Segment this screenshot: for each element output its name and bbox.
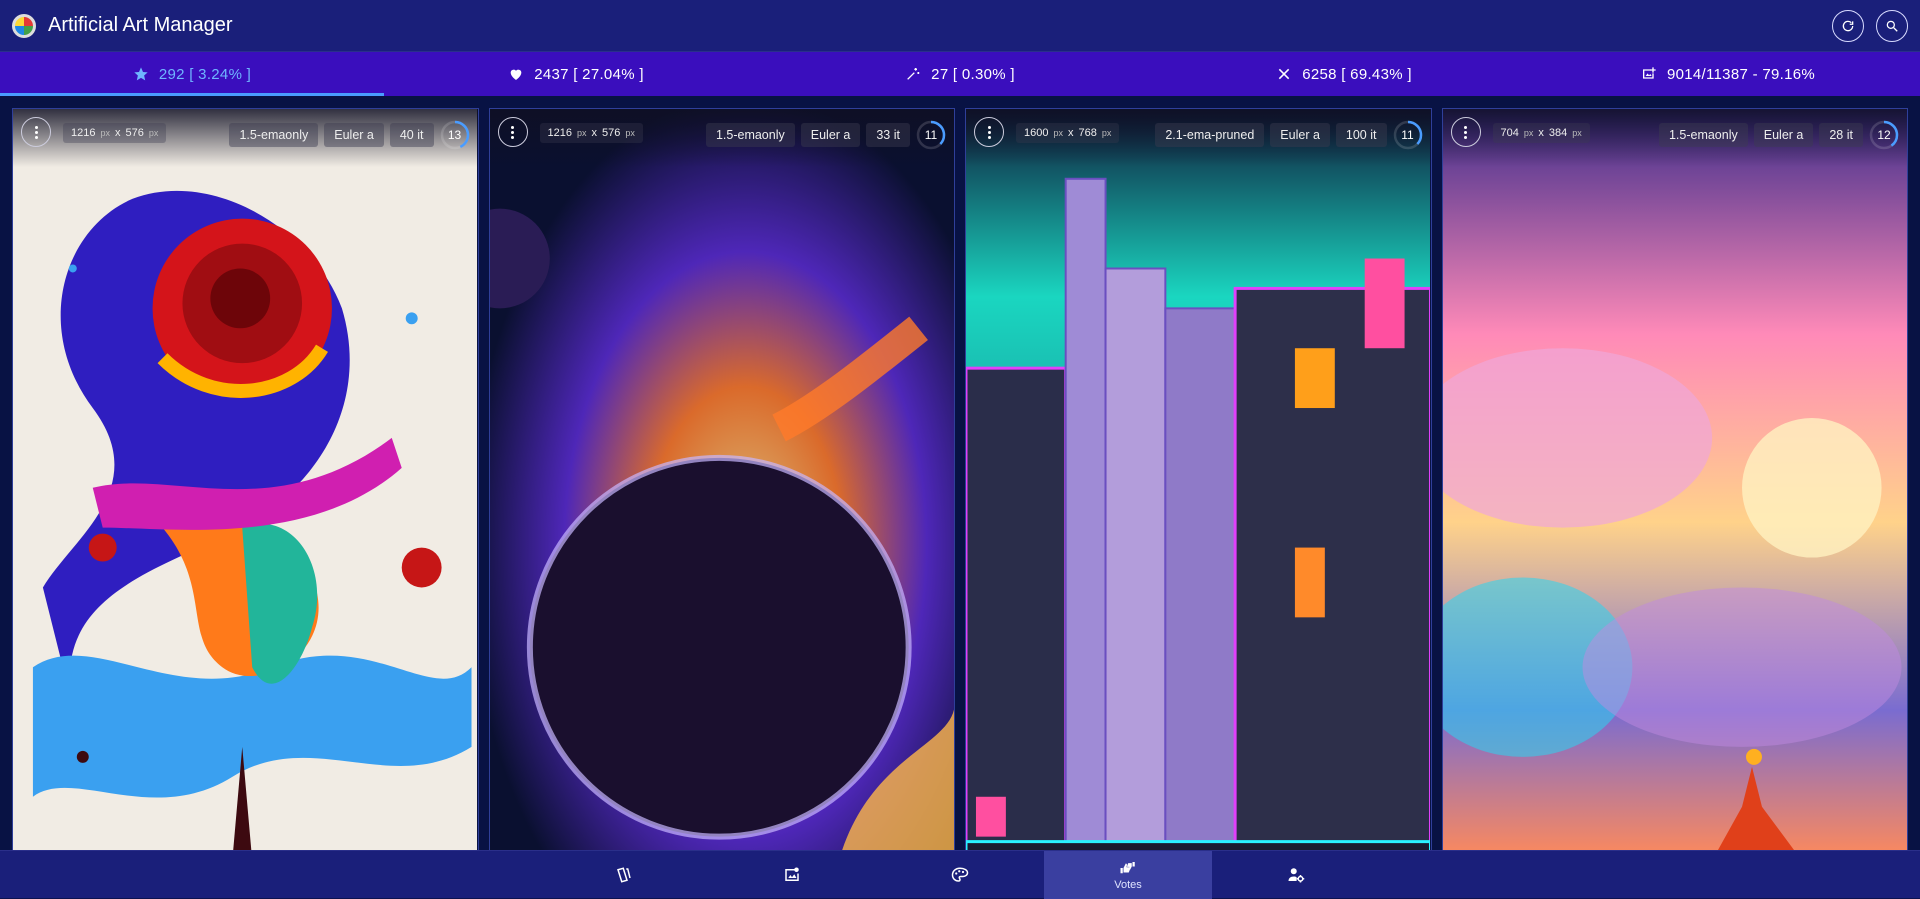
card-menu-button[interactable]	[1450, 117, 1481, 147]
steps-chip: 100 it	[1335, 123, 1387, 147]
tab-liked[interactable]: 2437 [ 27.04% ]	[384, 52, 768, 96]
image-dimensions: 704 px x 384 px	[1492, 123, 1590, 143]
star-icon	[134, 67, 148, 81]
model-chip: 2.1-ema-pruned	[1155, 123, 1265, 147]
tab-label: 27 [ 0.30% ]	[931, 65, 1015, 83]
tab-total[interactable]: 9014/11387 - 79.16%	[1536, 52, 1920, 96]
bottom-navigation: Votes	[0, 850, 1920, 899]
gallery-icon	[785, 867, 799, 881]
tab-rejected[interactable]: 6258 [ 69.43% ]	[1152, 52, 1536, 96]
artwork-image	[13, 109, 478, 850]
sampler-chip: Euler a	[1753, 123, 1814, 147]
tab-label: 6258 [ 69.43% ]	[1302, 65, 1412, 83]
heart-icon	[510, 69, 522, 80]
card-menu-button[interactable]	[497, 117, 528, 147]
close-icon	[1278, 68, 1290, 80]
steps-chip: 33 it	[866, 123, 910, 147]
sparkle-icon	[907, 68, 920, 80]
app-logo	[12, 13, 36, 38]
search-button[interactable]	[1876, 9, 1908, 42]
card-menu-button[interactable]	[974, 117, 1004, 147]
search-icon	[1886, 20, 1898, 32]
more-vertical-icon	[511, 125, 514, 139]
tab-sparkle[interactable]: 27 [ 0.30% ]	[768, 52, 1152, 96]
stats-tabs: 292 [ 3.24% ] 2437 [ 27.04% ] 27 [ 0.30%…	[0, 52, 1920, 96]
tab-label: 292 [ 3.24% ]	[158, 65, 252, 83]
app-header: Artificial Art Manager	[0, 0, 1920, 52]
tab-label: 2437 [ 27.04% ]	[534, 65, 644, 83]
card-menu-button[interactable]	[21, 117, 51, 147]
artwork-image	[489, 109, 954, 850]
sampler-chip: Euler a	[1270, 123, 1330, 147]
image-card[interactable]: 1216 px x 576 px 1.5-emaonly Euler a 33 it…	[488, 108, 955, 850]
sampler-chip: Euler a	[324, 123, 384, 147]
image-count-icon	[1642, 67, 1656, 79]
card-toolbar: 704 px x 384 px 1.5-emaonly Euler a 28 it …	[1442, 109, 1907, 167]
more-vertical-icon	[34, 125, 38, 139]
artwork-image	[966, 109, 1431, 850]
image-dimensions: 1216 px x 576 px	[539, 123, 643, 143]
votes-icon	[1120, 862, 1135, 874]
nav-cards[interactable]	[540, 851, 708, 899]
cards-icon	[617, 867, 631, 883]
tab-favorites[interactable]: 292 [ 3.24% ]	[0, 52, 384, 96]
card-toolbar: 1216 px x 576 px 1.5-emaonly Euler a 40 it…	[13, 109, 478, 167]
palette-icon	[951, 867, 969, 882]
user-settings-icon	[1288, 868, 1305, 883]
nav-gallery[interactable]	[708, 851, 876, 899]
model-chip: 1.5-emaonly	[229, 123, 319, 147]
image-gallery: 1216 px x 576 px 1.5-emaonly Euler a 40 it…	[0, 96, 1920, 850]
nav-user-settings[interactable]	[1212, 851, 1380, 899]
model-chip: 1.5-emaonly	[705, 123, 795, 147]
steps-chip: 40 it	[389, 123, 434, 147]
artwork-image	[1442, 109, 1907, 850]
image-card[interactable]: 1216 px x 576 px 1.5-emaonly Euler a 40 it…	[12, 108, 479, 850]
cfg-ring: 11	[1393, 120, 1423, 150]
cfg-ring: 12	[1869, 120, 1899, 150]
image-dimensions: 1216 px x 576 px	[63, 123, 167, 143]
sampler-chip: Euler a	[800, 123, 861, 147]
image-card[interactable]: 704 px x 384 px 1.5-emaonly Euler a 28 it …	[1441, 108, 1908, 850]
image-card[interactable]: 1600 px x 768 px 2.1-ema-pruned Euler a 10…	[965, 108, 1432, 850]
image-dimensions: 1600 px x 768 px	[1016, 123, 1120, 143]
nav-votes-label: Votes	[1114, 879, 1142, 891]
card-toolbar: 1216 px x 576 px 1.5-emaonly Euler a 33 it…	[489, 109, 954, 167]
tab-label: 9014/11387 - 79.16%	[1666, 65, 1816, 83]
more-vertical-icon	[987, 125, 991, 139]
cfg-ring: 11	[916, 120, 946, 150]
cfg-ring: 13	[440, 120, 470, 150]
nav-palette[interactable]	[876, 851, 1044, 899]
steps-chip: 28 it	[1819, 123, 1863, 147]
model-chip: 1.5-emaonly	[1658, 123, 1748, 147]
nav-votes[interactable]: Votes	[1044, 851, 1212, 899]
refresh-button[interactable]	[1832, 9, 1864, 42]
card-toolbar: 1600 px x 768 px 2.1-ema-pruned Euler a 10…	[966, 109, 1431, 167]
app-title: Artificial Art Manager	[48, 14, 233, 36]
refresh-icon	[1842, 20, 1854, 31]
more-vertical-icon	[1464, 125, 1467, 139]
